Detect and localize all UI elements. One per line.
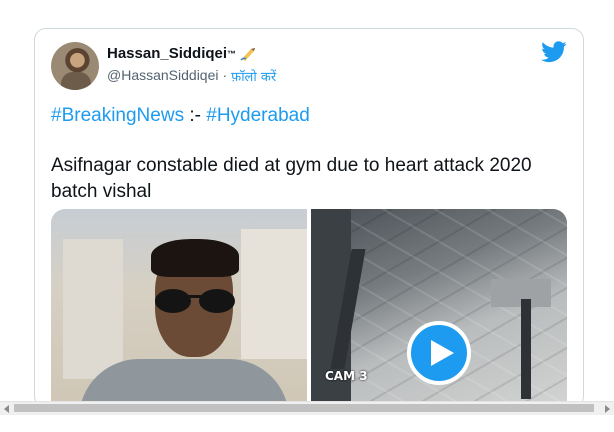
- background-building: [63, 239, 123, 379]
- scrollbar-thumb[interactable]: [14, 404, 594, 412]
- media-video-cctv[interactable]: CAM 3: [311, 209, 567, 407]
- sunglasses-shape: [155, 289, 235, 313]
- author-handle-row: @HassanSiddiqei · फ़ॉलो करें: [107, 67, 276, 85]
- play-icon: [430, 340, 454, 366]
- trademark-symbol: ™: [227, 48, 237, 59]
- hashtag-breakingnews[interactable]: #BreakingNews: [51, 105, 184, 126]
- twitter-bird-icon[interactable]: [541, 41, 567, 63]
- media-photo-portrait[interactable]: [51, 209, 307, 407]
- hashtag-hyderabad[interactable]: #Hyderabad: [206, 105, 310, 126]
- author-name[interactable]: Hassan_Siddiqei: [107, 45, 227, 62]
- hashtag-separator: :-: [184, 105, 207, 126]
- page-bottom-area: [0, 415, 614, 432]
- horizontal-scrollbar[interactable]: [0, 401, 614, 416]
- scroll-right-arrow-icon[interactable]: [605, 405, 610, 413]
- background-building: [241, 229, 307, 359]
- follow-link[interactable]: फ़ॉलो करें: [231, 67, 276, 85]
- avatar-figure: [61, 72, 91, 90]
- person-hair: [151, 239, 239, 277]
- writing-hand-emoji-icon: [240, 47, 256, 61]
- tweet-media-grid: CAM 3: [51, 209, 567, 407]
- scroll-left-arrow-icon[interactable]: [4, 405, 9, 413]
- gym-machine: [521, 299, 531, 399]
- embedded-tweet-card[interactable]: Hassan_Siddiqei ™ @HassanSiddiqei · फ़ॉल…: [34, 28, 584, 408]
- cctv-camera-label: CAM 3: [325, 369, 368, 383]
- hashtag-line: #BreakingNews :- #Hyderabad: [51, 105, 310, 127]
- author-name-row: Hassan_Siddiqei ™: [107, 45, 257, 62]
- author-avatar[interactable]: [51, 42, 99, 90]
- separator-dot: ·: [222, 67, 228, 83]
- video-play-button[interactable]: [407, 321, 471, 385]
- author-handle[interactable]: @HassanSiddiqei: [107, 67, 219, 85]
- tweet-text: Asifnagar constable died at gym due to h…: [51, 155, 532, 202]
